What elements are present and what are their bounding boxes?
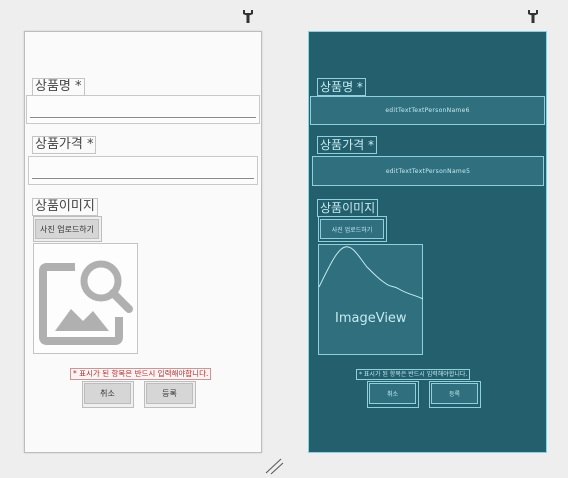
blueprint-product-price-label: 상품가격 * — [317, 136, 377, 154]
blueprint-register-button[interactable]: 등록 — [431, 383, 478, 404]
blueprint-image-view[interactable]: ImageView — [318, 244, 424, 355]
blueprint-product-price-input[interactable]: editTextTextPersonName5 — [312, 156, 544, 186]
blueprint-cancel-button[interactable]: 취소 — [369, 383, 416, 404]
upload-photo-button[interactable]: 사진 업로드하기 — [35, 219, 99, 239]
product-image-view[interactable] — [33, 243, 138, 354]
blueprint-product-image-label: 상품이미지 — [317, 199, 379, 217]
wrench-icon[interactable] — [242, 9, 254, 23]
image-view-label: ImageView — [335, 311, 407, 326]
product-price-label: 상품가격 * — [32, 136, 97, 154]
image-preview-curve-icon — [319, 246, 424, 300]
wrench-icon[interactable] — [527, 9, 539, 23]
blueprint-required-fields-notice: * 표시가 된 항목은 반드시 입력해야합니다. — [356, 369, 471, 380]
blueprint-product-name-input[interactable]: editTextTextPersonName6 — [310, 96, 545, 125]
product-name-input[interactable] — [26, 95, 260, 124]
blueprint-upload-photo-button[interactable]: 사진 업로드하기 — [320, 219, 384, 239]
product-image-label: 상품이미지 — [32, 198, 98, 216]
required-fields-notice: * 표시가 된 항목은 반드시 입력해야합니다. — [70, 368, 212, 380]
resize-handle-icon[interactable] — [264, 457, 284, 475]
image-placeholder-icon — [39, 260, 133, 345]
product-name-label: 상품명 * — [32, 78, 85, 96]
blueprint-product-name-label: 상품명 * — [317, 78, 366, 96]
product-price-input[interactable] — [28, 156, 258, 185]
register-button[interactable]: 등록 — [146, 383, 193, 404]
cancel-button[interactable]: 취소 — [84, 383, 131, 404]
